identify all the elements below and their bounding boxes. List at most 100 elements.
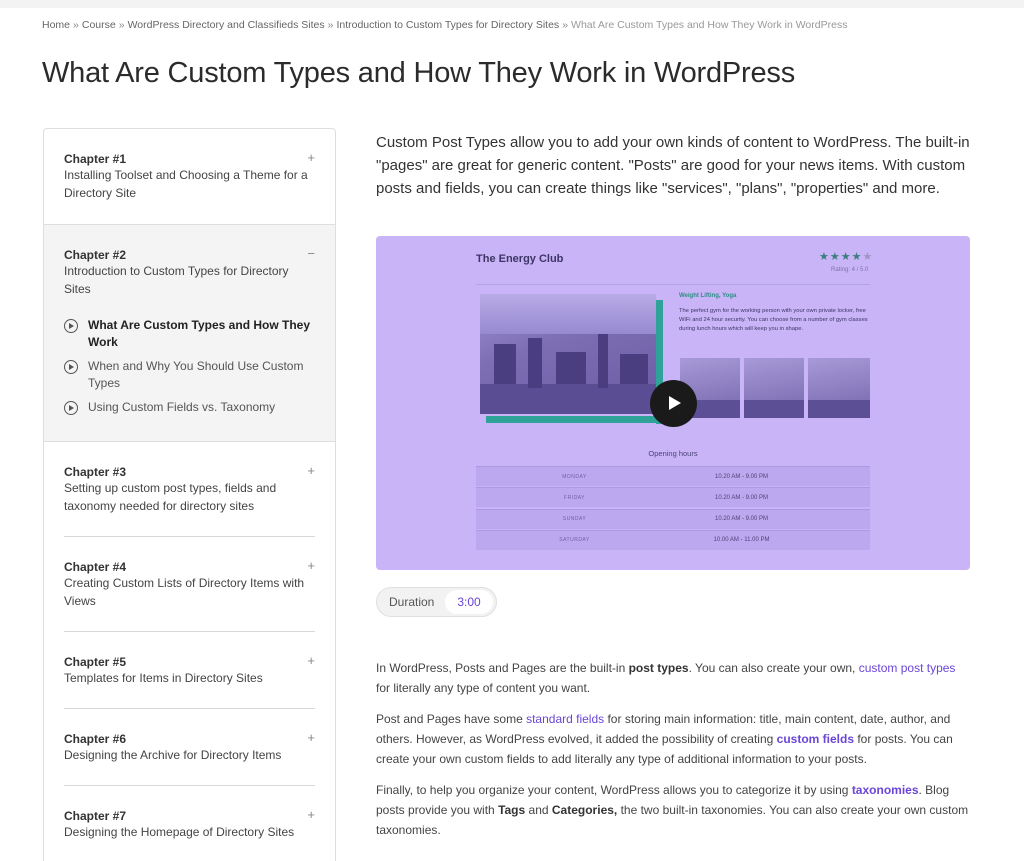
rating-text: Rating: 4 / 5.0 (831, 267, 869, 273)
gym-photo (480, 294, 656, 414)
lesson-content: Custom Post Types allow you to add your … (376, 128, 970, 837)
paragraph-taxonomies: Finally, to help you organize your conte… (376, 780, 970, 840)
chapter-1[interactable]: Chapter #1 + Installing Toolset and Choo… (44, 129, 335, 225)
hours-time: 10.20 AM - 9.00 PM (714, 494, 769, 501)
lesson-title: What Are Custom Types and How They Work (88, 318, 311, 349)
table-row: SATURDAY 10.00 AM - 11.00 PM (476, 529, 870, 550)
play-circle-icon (64, 401, 78, 415)
breadcrumb-course[interactable]: Course (82, 19, 116, 31)
expand-icon[interactable]: + (307, 808, 315, 821)
link-custom-fields[interactable]: custom fields (777, 732, 854, 746)
bold-post-types: post types (628, 661, 689, 675)
opening-hours-table: MONDAY 10.20 AM - 9.00 PM FRIDAY 10.20 AM … (476, 466, 870, 551)
link-custom-post-types[interactable]: custom post types (859, 661, 956, 675)
lesson-body: In WordPress, Posts and Pages are the bu… (376, 658, 970, 851)
text: and (525, 803, 552, 817)
chapter-title: Templates for Items in Directory Sites (64, 671, 263, 685)
chapter-title: Installing Toolset and Choosing a Theme … (64, 168, 308, 200)
text: Finally, to help you organize your conte… (376, 783, 852, 797)
hours-day: SUNDAY (562, 516, 587, 523)
lesson-title: When and Why You Should Use Custom Types (88, 359, 304, 390)
lead-paragraph: Custom Post Types allow you to add your … (376, 134, 970, 197)
star-filled: ★★★★ (819, 251, 863, 263)
duration-value: 3:00 (445, 590, 493, 614)
gym-thumbnail (808, 358, 870, 418)
lesson-title: Using Custom Fields vs. Taxonomy (88, 400, 276, 414)
collapse-icon[interactable]: − (307, 247, 315, 260)
hours-day: SATURDAY (559, 537, 590, 544)
video-player[interactable]: The Energy Club ★★★★★ Rating: 4 / 5.0 We… (376, 236, 970, 570)
breadcrumb-separator: » (73, 19, 79, 31)
table-row: SUNDAY 10.20 AM - 9.00 PM (476, 508, 870, 529)
chapter-number: Chapter #6 (64, 732, 127, 746)
play-circle-icon (64, 360, 78, 374)
bold-tags: Tags (498, 803, 526, 817)
hours-day: MONDAY (562, 473, 587, 480)
opening-hours-title: Opening hours (648, 449, 698, 458)
play-circle-icon (64, 319, 78, 333)
breadcrumb: Home» Course» WordPress Directory and Clas… (42, 19, 847, 31)
chapter-number: Chapter #5 (64, 655, 127, 669)
chapter-7[interactable]: Chapter #7 + Designing the Homepage of D… (44, 786, 335, 861)
play-button-icon[interactable] (650, 380, 697, 427)
text: Post and Pages have some (376, 712, 527, 726)
chapter-sidebar: Chapter #1 + Installing Toolset and Choo… (43, 128, 336, 861)
chapter-number: Chapter #1 (64, 152, 127, 166)
chapter-3[interactable]: Chapter #3 + Setting up custom post type… (44, 442, 335, 537)
breadcrumb-current: What Are Custom Types and How They Work … (571, 19, 848, 31)
page-title: What Are Custom Types and How They Work … (42, 57, 796, 89)
chapter-title: Introduction to Custom Types for Directo… (64, 264, 289, 296)
breadcrumb-course-name[interactable]: WordPress Directory and Classifieds Site… (128, 19, 325, 31)
chapter-2[interactable]: Chapter #2 − Introduction to Custom Type… (44, 225, 335, 442)
chapter-number: Chapter #2 (64, 248, 127, 262)
chapter-title: Setting up custom post types, fields and… (64, 481, 277, 513)
chapter-5[interactable]: Chapter #5 + Templates for Items in Dire… (44, 632, 335, 709)
lesson-item-when-why[interactable]: When and Why You Should Use Custom Types (64, 358, 315, 392)
hours-day: FRIDAY (564, 494, 585, 501)
table-row: FRIDAY 10.20 AM - 9.00 PM (476, 487, 870, 508)
text: In WordPress, Posts and Pages are the bu… (376, 661, 629, 675)
video-tags: Weight Lifting, Yoga (679, 293, 737, 299)
star-empty: ★ (862, 251, 874, 263)
video-brand-title: The Energy Club (476, 253, 564, 265)
lesson-item-fields-vs-taxonomy[interactable]: Using Custom Fields vs. Taxonomy (64, 399, 315, 416)
paragraph-post-types: In WordPress, Posts and Pages are the bu… (376, 658, 970, 698)
chapter-title: Designing the Homepage of Directory Site… (64, 825, 295, 839)
chapter-number: Chapter #7 (64, 809, 127, 823)
chapter-number: Chapter #4 (64, 560, 127, 574)
hours-time: 10.20 AM - 9.00 PM (714, 473, 769, 480)
video-description: The perfect gym for the working person w… (679, 308, 868, 332)
breadcrumb-chapter[interactable]: Introduction to Custom Types for Directo… (336, 19, 559, 31)
hours-time: 10.20 AM - 9.00 PM (714, 516, 769, 523)
text: for literally any type of content you wa… (376, 681, 591, 695)
chapter-title: Designing the Archive for Directory Item… (64, 748, 282, 762)
expand-icon[interactable]: + (307, 151, 315, 164)
lesson-list: What Are Custom Types and How They Work … (64, 317, 315, 416)
star-rating-icon: ★★★★★ (819, 250, 873, 263)
breadcrumb-home[interactable]: Home (42, 19, 70, 31)
text: . You can also create your own, (688, 661, 859, 675)
link-taxonomies[interactable]: taxonomies (852, 783, 919, 797)
expand-icon[interactable]: + (307, 654, 315, 667)
paragraph-fields: Post and Pages have some standard fields… (376, 709, 970, 769)
table-row: MONDAY 10.20 AM - 9.00 PM (476, 466, 870, 486)
chapter-6[interactable]: Chapter #6 + Designing the Archive for D… (44, 709, 335, 786)
expand-icon[interactable]: + (307, 731, 315, 744)
breadcrumb-separator: » (118, 19, 125, 31)
duration-label: Duration (389, 595, 435, 609)
bold-categories: Categories, (551, 803, 618, 817)
lesson-item-custom-types[interactable]: What Are Custom Types and How They Work (64, 317, 315, 351)
link-standard-fields[interactable]: standard fields (526, 712, 604, 726)
chapter-title: Creating Custom Lists of Directory Items… (64, 576, 305, 608)
teal-frame (486, 416, 663, 423)
top-strip (0, 0, 1024, 8)
breadcrumb-separator: » (562, 19, 569, 31)
video-divider (476, 284, 870, 285)
hours-time: 10.00 AM - 11.00 PM (713, 537, 770, 544)
chapter-4[interactable]: Chapter #4 + Creating Custom Lists of Di… (44, 537, 335, 632)
expand-icon[interactable]: + (307, 559, 315, 572)
expand-icon[interactable]: + (307, 464, 315, 477)
gym-thumbnail (744, 358, 804, 418)
duration-badge: Duration 3:00 (376, 587, 497, 617)
breadcrumb-separator: » (327, 19, 334, 31)
